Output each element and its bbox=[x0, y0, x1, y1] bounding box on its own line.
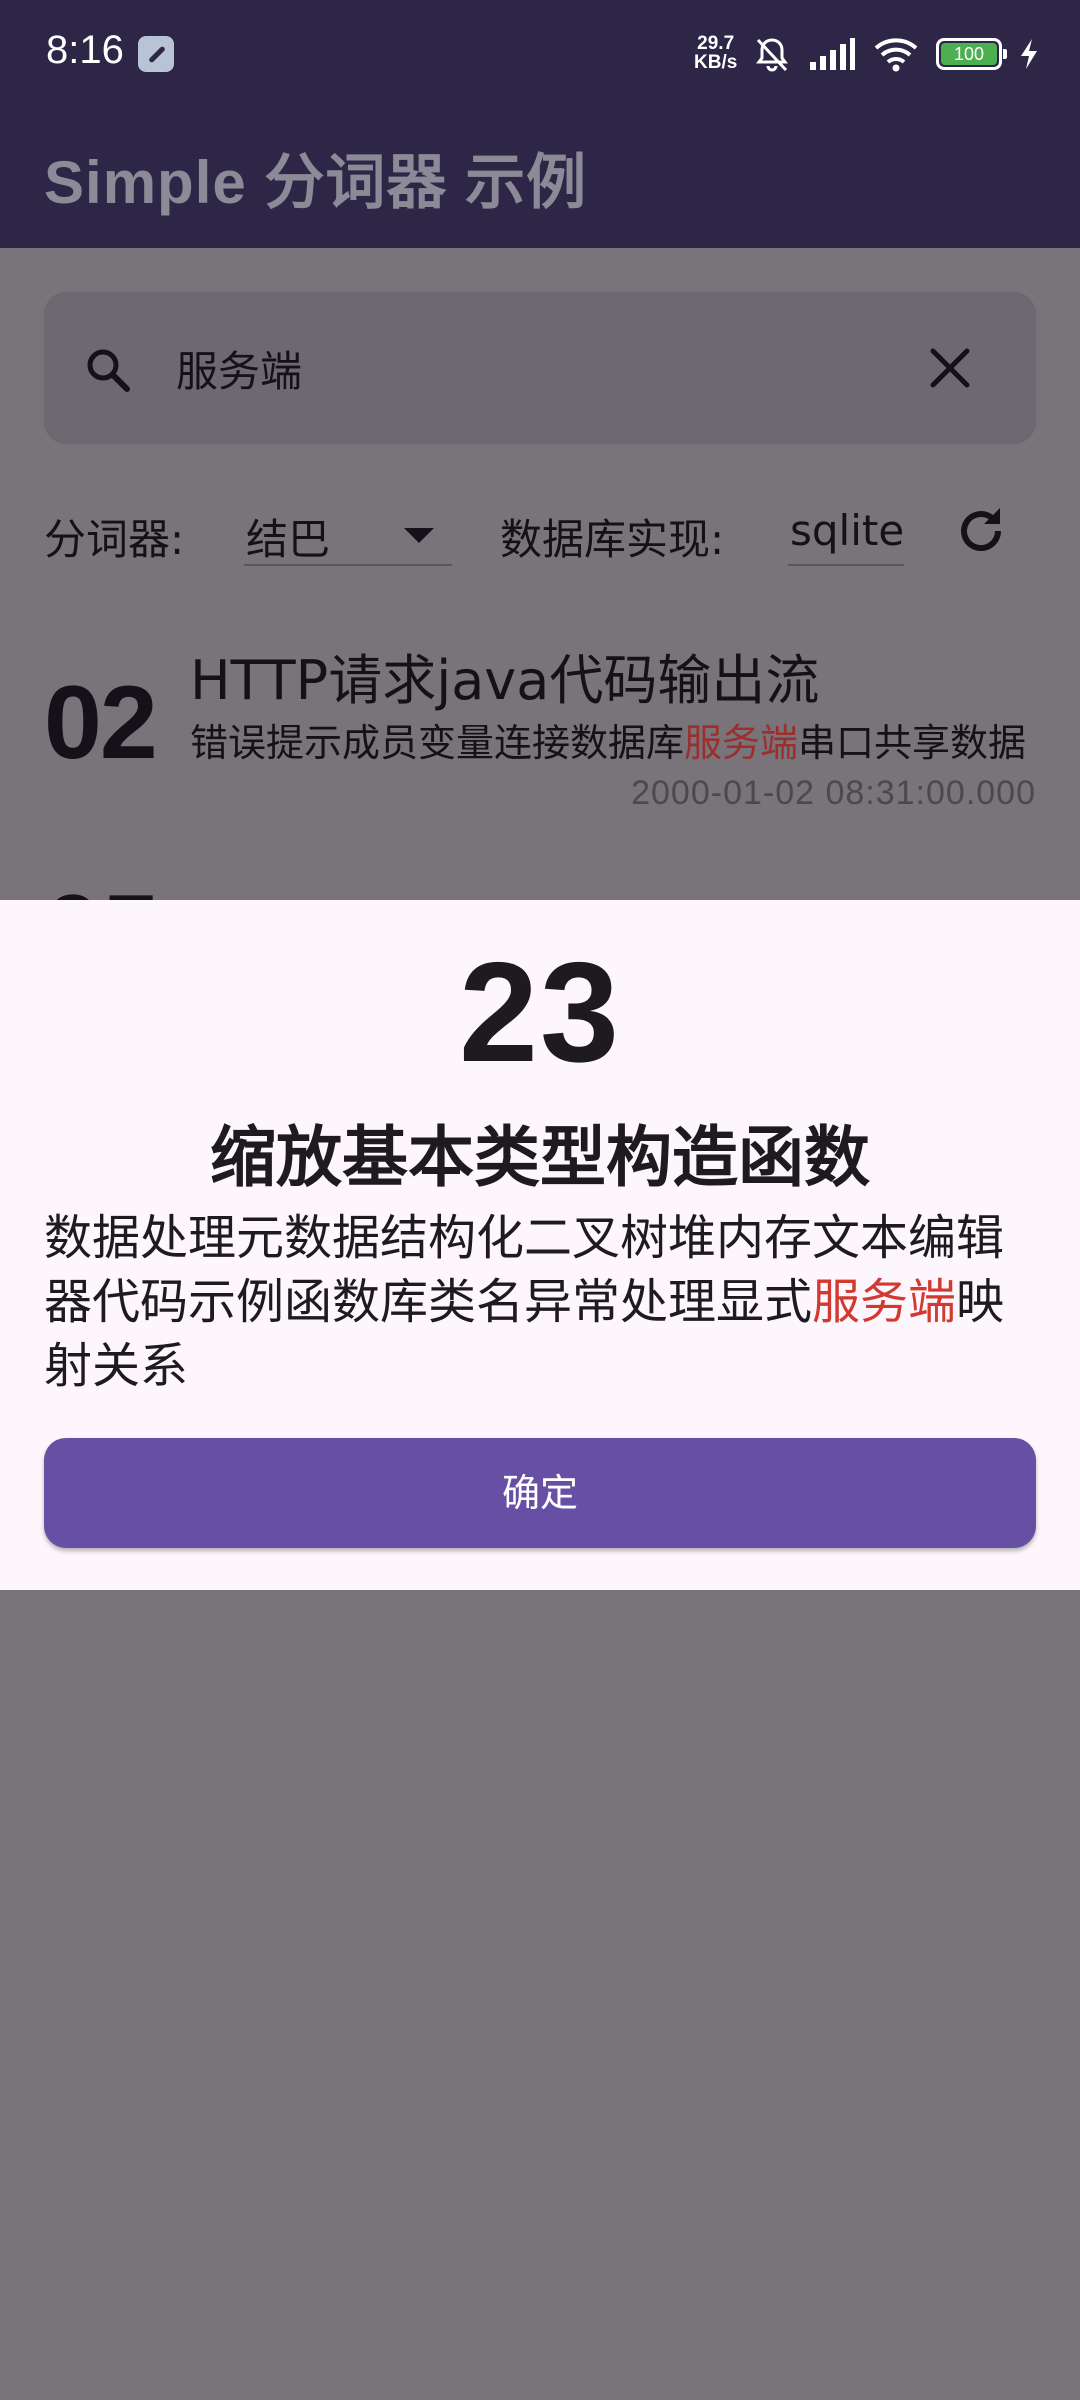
bell-muted-icon bbox=[756, 38, 788, 72]
network-speed-value: 29.7 bbox=[697, 33, 735, 54]
confirm-button[interactable]: 确定 bbox=[44, 1438, 1036, 1548]
network-speed: 29.7 KB/s bbox=[694, 34, 737, 72]
wifi-icon bbox=[874, 38, 918, 72]
item-snippet: 错误提示成员变量连接数据库服务端串口共享数据 bbox=[190, 712, 1036, 764]
status-bar: 8:16 29.7 KB/s 100 bbox=[0, 0, 1080, 108]
item-snippet-text-after: 串口共享数据 bbox=[798, 721, 1027, 764]
tokenizer-label: 分词器: bbox=[44, 515, 185, 564]
item-number: 05 bbox=[44, 880, 174, 900]
list-item[interactable]: 05 bbox=[44, 880, 174, 900]
dialog-content: 数据处理元数据结构化二叉树堆内存文本编辑器代码示例函数库类名异常处理显式服务端映… bbox=[44, 1206, 1036, 1398]
item-snippet-text: 错误提示成员变量连接数据库 bbox=[190, 721, 685, 764]
item-title: HTTP请求java代码输出流 bbox=[190, 649, 820, 712]
chevron-down-icon bbox=[404, 528, 434, 543]
close-icon[interactable] bbox=[924, 342, 976, 394]
item-snippet-highlight: 服务端 bbox=[684, 721, 799, 764]
app-bar: Simple 分词器 示例 bbox=[0, 108, 1080, 248]
search-bar[interactable]: 服务端 bbox=[44, 292, 1036, 444]
status-icons: 100 bbox=[752, 30, 1040, 78]
dialog-number: 23 bbox=[459, 933, 621, 1092]
item-number: 02 bbox=[44, 665, 158, 781]
signal-icon bbox=[810, 38, 855, 70]
tokenizer-dropdown[interactable]: 结巴 bbox=[244, 500, 452, 566]
detail-dialog: 23 缩放基本类型构造函数 数据处理元数据结构化二叉树堆内存文本编辑器代码示例函… bbox=[0, 900, 1080, 1590]
scrim-bottom[interactable] bbox=[0, 1590, 1080, 2400]
battery-icon: 100 bbox=[936, 38, 1007, 70]
dialog-content-highlight: 服务端 bbox=[812, 1274, 957, 1330]
wrench-icon bbox=[138, 36, 174, 72]
search-input[interactable]: 服务端 bbox=[176, 338, 302, 399]
db-value: sqlite bbox=[790, 506, 905, 555]
db-dropdown[interactable]: sqlite bbox=[788, 500, 904, 566]
refresh-icon[interactable] bbox=[954, 504, 1008, 558]
charging-bolt-icon bbox=[1021, 39, 1037, 69]
db-label: 数据库实现: bbox=[500, 515, 725, 564]
item-date: 2000-01-02 08:31:00.000 bbox=[631, 774, 1036, 812]
network-speed-unit: KB/s bbox=[694, 52, 738, 73]
app-title: Simple 分词器 示例 bbox=[44, 149, 588, 216]
filter-row: 分词器: 结巴 数据库实现: sqlite bbox=[0, 500, 1080, 590]
battery-level: 100 bbox=[941, 43, 997, 65]
dialog-title: 缩放基本类型构造函数 bbox=[210, 1119, 870, 1196]
status-time: 8:16 bbox=[46, 28, 124, 72]
search-icon bbox=[87, 349, 130, 392]
tokenizer-value: 结巴 bbox=[246, 515, 331, 564]
